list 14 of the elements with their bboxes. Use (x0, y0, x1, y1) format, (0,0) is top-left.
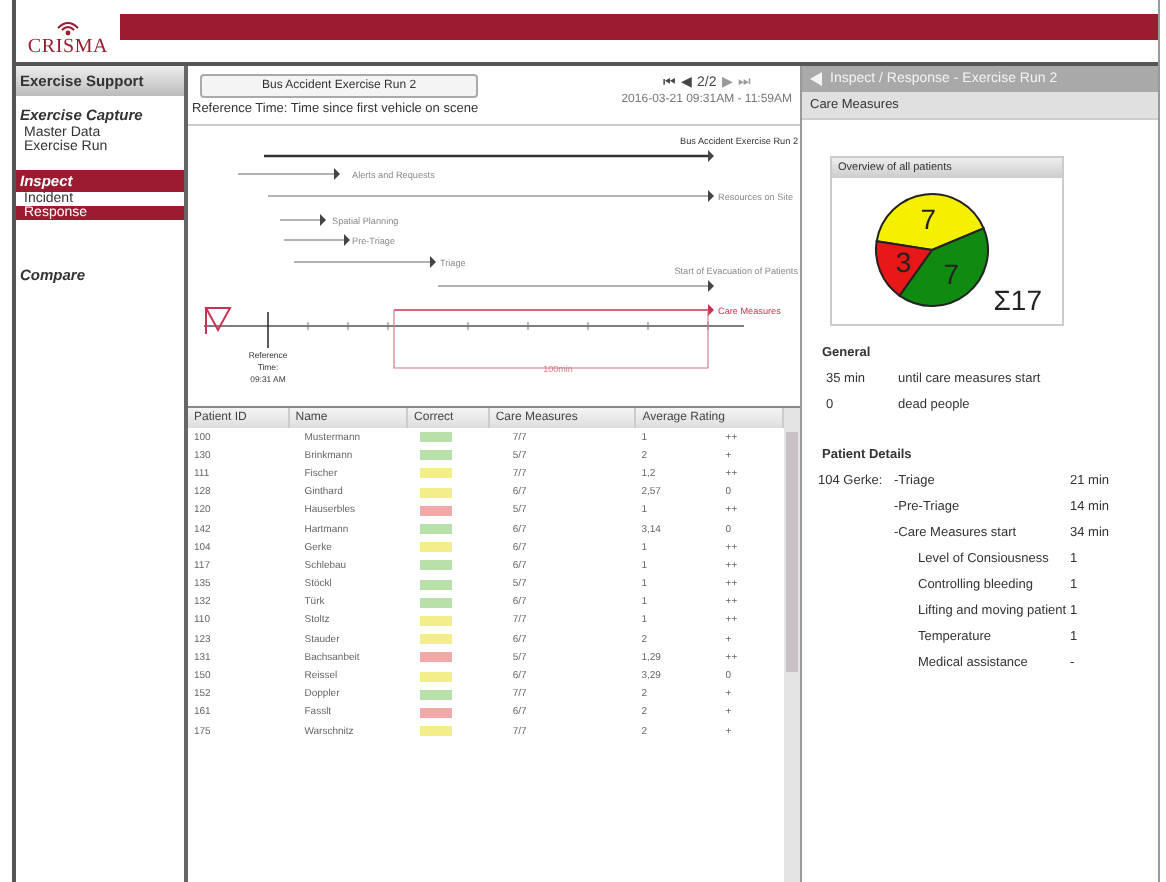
slice-label: 3 (895, 245, 912, 278)
slice-label: 7 (920, 203, 937, 236)
back-icon[interactable] (810, 72, 822, 86)
logo-text: CRISMA (27, 36, 109, 58)
reference-marker-icon (205, 307, 232, 335)
logo-icon (56, 20, 80, 36)
scrollbar[interactable] (784, 408, 800, 882)
timeline-bar (293, 256, 436, 268)
timeline-bar (237, 168, 340, 180)
timeline-bar (283, 234, 350, 246)
total-count: Σ17 (993, 284, 1042, 316)
timeline-bar (279, 214, 326, 226)
slice-label: 7 (943, 258, 960, 291)
reference-tick (267, 311, 269, 349)
